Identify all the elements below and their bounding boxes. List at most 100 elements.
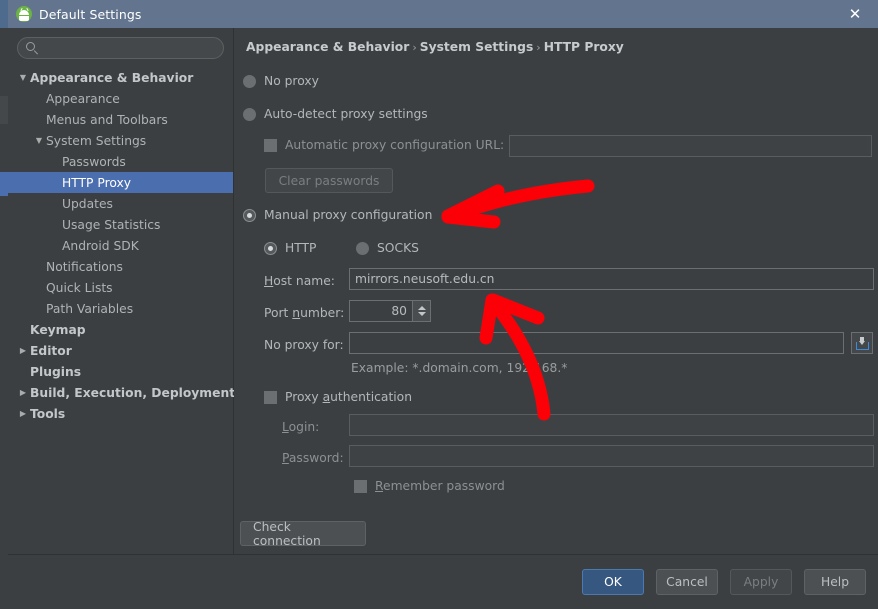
sidebar-item-path-variables[interactable]: Path Variables [8,298,233,319]
checkbox-auto-config-url-label: Automatic proxy configuration URL: [285,138,505,152]
sidebar-item-keymap[interactable]: Keymap [8,319,233,340]
sidebar-item-appearance-behavior[interactable]: ▼ Appearance & Behavior [8,67,233,88]
checkbox-remember-password[interactable]: Remember password [354,479,505,493]
sidebar-item-label: Android SDK [62,238,139,253]
radio-auto-detect-proxy[interactable]: Auto-detect proxy settings [243,107,428,121]
sidebar-item-plugins[interactable]: Plugins [8,361,233,382]
breadcrumb-part-3: HTTP Proxy [543,40,624,54]
ok-button[interactable]: OK [582,569,644,595]
radio-auto-detect-indicator[interactable] [243,107,256,121]
sidebar-item-quick-lists[interactable]: Quick Lists [8,277,233,298]
port-number-stepper[interactable]: 80 [349,300,431,322]
http-proxy-panel: Appearance & Behavior › System Settings › HT… [234,28,878,554]
twisty-collapsed-icon[interactable]: ▶ [16,409,30,418]
checkbox-proxy-authentication-label: Proxy authentication [285,390,412,404]
sidebar-item-label: Menus and Toolbars [46,112,168,127]
sidebar-item-android-sdk[interactable]: Android SDK [8,235,233,256]
checkbox-remember-password-box[interactable] [354,479,367,493]
android-studio-icon [16,6,32,22]
no-proxy-for-input[interactable] [349,332,844,354]
radio-protocol-socks[interactable]: SOCKS [356,241,419,255]
login-input[interactable] [349,414,874,436]
help-button[interactable]: Help [804,569,866,595]
chevron-up-icon[interactable] [417,306,426,310]
radio-protocol-socks-indicator[interactable] [356,241,369,255]
sidebar-item-editor[interactable]: ▶ Editor [8,340,233,361]
sidebar-search[interactable] [17,37,224,59]
twisty-expanded-icon[interactable]: ▼ [16,73,30,82]
sidebar-item-label: Plugins [30,364,82,379]
settings-tree: ▼ Appearance & Behavior Appearance Menus an… [8,67,236,424]
sidebar-item-label: Editor [30,343,72,358]
sidebar-item-notifications[interactable]: Notifications [8,256,233,277]
host-name-value: mirrors.neusoft.edu.cn [355,272,495,286]
radio-no-proxy-indicator[interactable] [243,74,256,88]
radio-protocol-socks-label: SOCKS [377,241,419,255]
radio-protocol-http[interactable]: HTTP [264,241,316,255]
host-name-label: Host name: [264,274,335,288]
radio-protocol-http-label: HTTP [285,241,317,255]
breadcrumb-part-2[interactable]: System Settings [420,40,534,54]
radio-manual-proxy-label: Manual proxy configuration [264,208,433,222]
port-number-value[interactable]: 80 [350,301,412,321]
twisty-collapsed-icon[interactable]: ▶ [16,388,30,397]
sidebar-item-build-execution-deployment[interactable]: ▶ Build, Execution, Deployment [8,382,236,403]
host-name-input[interactable]: mirrors.neusoft.edu.cn [349,268,874,290]
sidebar-item-appearance[interactable]: Appearance [8,88,233,109]
sidebar-item-label: Appearance & Behavior [30,70,194,85]
sidebar-item-usage-statistics[interactable]: Usage Statistics [8,214,233,235]
sidebar-item-label: Appearance [46,91,120,106]
sidebar-item-system-settings[interactable]: ▼ System Settings [8,130,233,151]
password-label: Password: [282,451,344,465]
sidebar-item-label: Keymap [30,322,86,337]
sidebar-item-label: System Settings [46,133,147,148]
twisty-collapsed-icon[interactable]: ▶ [16,346,30,355]
sidebar-item-label: Build, Execution, Deployment [30,385,236,400]
sidebar-item-label: Path Variables [46,301,134,316]
sidebar-item-menus-and-toolbars[interactable]: Menus and Toolbars [8,109,233,130]
password-input[interactable] [349,445,874,467]
checkbox-auto-config-url[interactable]: Automatic proxy configuration URL: [264,138,504,152]
breadcrumb-separator-1: › [412,41,417,54]
breadcrumb: Appearance & Behavior › System Settings › HT… [246,40,624,54]
search-input[interactable] [39,41,223,55]
cancel-button[interactable]: Cancel [656,569,718,595]
title-bar: Default Settings ✕ [8,0,878,28]
apply-button[interactable]: Apply [730,569,792,595]
radio-protocol-http-indicator[interactable] [264,241,277,255]
auto-config-url-input[interactable] [509,135,872,157]
twisty-expanded-icon[interactable]: ▼ [32,136,46,145]
settings-dialog: Default Settings ✕ ▼ Appearance & Behavio… [0,0,878,609]
window-title: Default Settings [39,6,142,22]
radio-no-proxy[interactable]: No proxy [243,74,319,88]
checkbox-remember-password-label: Remember password [375,479,505,493]
sidebar-item-http-proxy[interactable]: HTTP Proxy [8,172,233,193]
dialog-footer: OK Cancel Apply Help [8,554,878,609]
checkbox-auto-config-url-box[interactable] [264,138,277,152]
breadcrumb-separator-2: › [536,41,541,54]
login-label: Login: [282,420,320,434]
sidebar-item-label: Updates [62,196,113,211]
checkbox-proxy-authentication[interactable]: Proxy authentication [264,390,412,404]
sidebar-item-updates[interactable]: Updates [8,193,233,214]
sidebar-item-label: HTTP Proxy [62,175,132,190]
sidebar-item-label: Usage Statistics [62,217,161,232]
sidebar-item-passwords[interactable]: Passwords [8,151,233,172]
close-icon[interactable]: ✕ [832,0,878,28]
radio-manual-proxy-indicator[interactable] [243,208,256,222]
clear-passwords-button[interactable]: Clear passwords [265,168,393,193]
breadcrumb-part-1[interactable]: Appearance & Behavior [246,40,409,54]
check-connection-button[interactable]: Check connection [240,520,366,548]
radio-manual-proxy[interactable]: Manual proxy configuration [243,208,432,222]
sidebar-item-label: Quick Lists [46,280,113,295]
example-hint: Example: *.domain.com, 192.168.* [351,361,568,375]
no-proxy-for-label: No proxy for: [264,338,344,352]
chevron-down-icon[interactable] [417,312,426,316]
checkbox-proxy-authentication-box[interactable] [264,390,277,404]
import-list-icon[interactable] [851,332,873,354]
sidebar-item-tools[interactable]: ▶ Tools [8,403,233,424]
radio-auto-detect-label: Auto-detect proxy settings [264,107,428,121]
port-number-arrows[interactable] [412,301,430,321]
sidebar-item-label: Tools [30,406,66,421]
background-window-sliver [0,0,8,608]
